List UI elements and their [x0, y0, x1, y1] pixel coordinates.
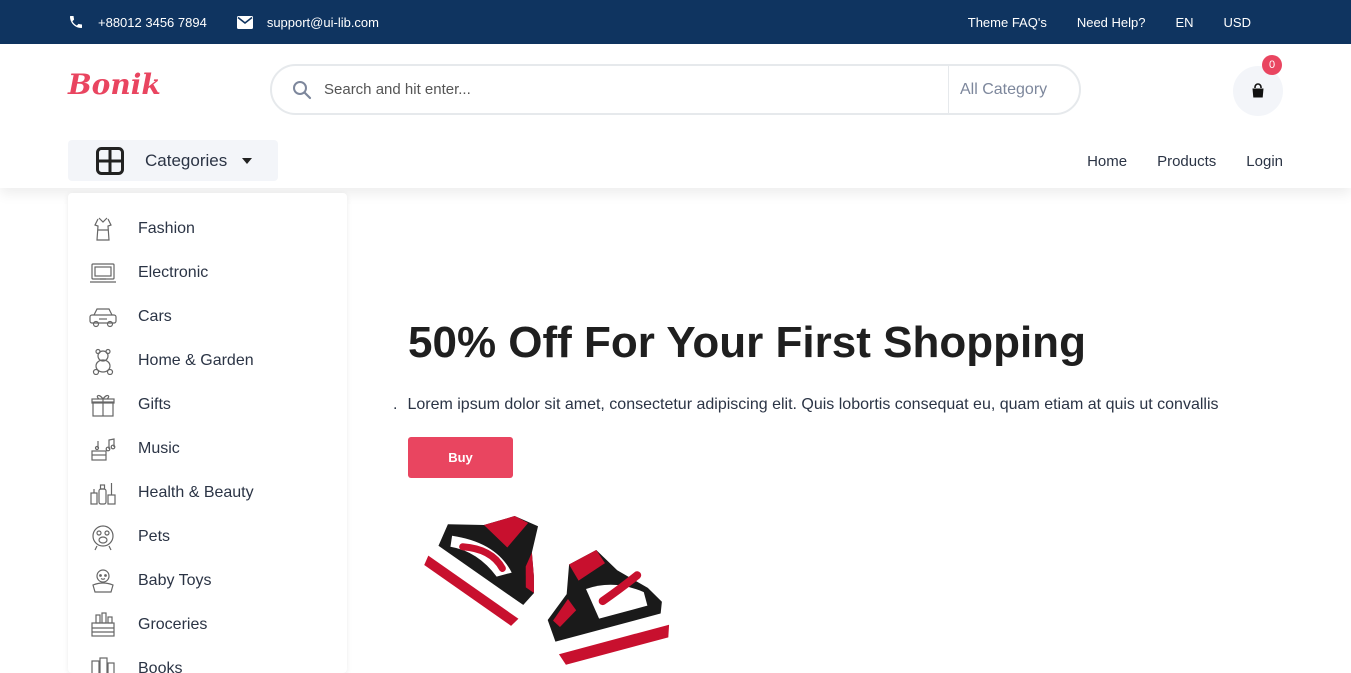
sidebar-item-label: Books	[138, 660, 183, 673]
sidebar-item-gifts[interactable]: Gifts	[88, 390, 171, 420]
sidebar-item-label: Pets	[138, 528, 171, 545]
language-select[interactable]: EN	[1175, 15, 1193, 30]
logo[interactable]: Bonik	[68, 68, 161, 101]
car-icon	[88, 302, 118, 332]
mail-icon	[236, 15, 253, 29]
nav-home[interactable]: Home	[1087, 153, 1127, 170]
sidebar-item-label: Baby Toys	[138, 572, 212, 589]
hero-text: Lorem ipsum dolor sit amet, consectetur …	[407, 396, 1219, 413]
sidebar-item-label: Health & Beauty	[138, 484, 254, 501]
books-icon	[88, 654, 118, 673]
laptop-icon	[88, 258, 118, 288]
email-address: support@ui-lib.com	[266, 14, 379, 30]
search-icon	[292, 80, 312, 100]
cart-count-badge: 0	[1262, 55, 1282, 75]
cosmetics-icon	[88, 478, 118, 508]
sidebar-item-label: Music	[138, 440, 180, 457]
sidebar-item-music[interactable]: Music	[88, 434, 180, 464]
shopping-bag-icon	[1252, 83, 1264, 98]
email-contact[interactable]: support@ui-lib.com	[236, 14, 379, 30]
buy-button[interactable]: Buy	[408, 437, 513, 478]
sidebar-item-label: Cars	[138, 308, 172, 325]
sidebar-item-books[interactable]: Books	[88, 654, 182, 673]
categories-label: Categories	[145, 150, 228, 170]
cart-button[interactable]: 0	[1233, 55, 1283, 116]
sidebar-item-pets[interactable]: Pets	[88, 522, 170, 552]
phone-number: +88012 3456 7894	[98, 14, 207, 30]
sidebar-item-baby-toys[interactable]: Baby Toys	[88, 566, 212, 596]
hero-bullet: .	[393, 396, 398, 413]
sidebar-item-cars[interactable]: Cars	[88, 302, 172, 332]
sidebar-item-label: Gifts	[138, 396, 171, 413]
theme-faq-link[interactable]: Theme FAQ's	[968, 15, 1047, 30]
sidebar-item-label: Electronic	[138, 264, 209, 281]
phone-contact[interactable]: +88012 3456 7894	[68, 14, 207, 30]
teddy-bear-icon	[88, 346, 118, 376]
sidebar-item-label: Home & Garden	[138, 352, 254, 369]
need-help-link[interactable]: Need Help?	[1077, 15, 1146, 30]
header: Bonik Search and hit enter... All Catego…	[0, 44, 1351, 188]
sidebar-item-label: Groceries	[138, 616, 208, 633]
hero-title: 50% Off For Your First Shopping	[408, 318, 1086, 367]
basket-icon	[88, 610, 118, 640]
sidebar-item-health-beauty[interactable]: Health & Beauty	[88, 478, 254, 508]
search-input[interactable]: Search and hit enter...	[324, 81, 948, 98]
phone-icon	[70, 16, 82, 28]
gift-icon	[88, 390, 118, 420]
category-sidebar: Fashion Electronic Cars Home & Garden Gi…	[68, 193, 347, 673]
sidebar-item-electronic[interactable]: Electronic	[88, 258, 208, 288]
dress-icon	[88, 214, 118, 244]
paw-icon	[88, 522, 118, 552]
nav-products[interactable]: Products	[1157, 153, 1216, 170]
categories-button[interactable]: Categories	[68, 140, 278, 181]
grid-icon	[96, 146, 124, 175]
search-bar: Search and hit enter... All Category	[270, 64, 1081, 115]
sidebar-item-label: Fashion	[138, 220, 195, 237]
music-icon	[88, 434, 118, 464]
sneakers-image	[424, 516, 670, 665]
sidebar-item-fashion[interactable]: Fashion	[88, 214, 195, 244]
sidebar-item-groceries[interactable]: Groceries	[88, 610, 207, 640]
hero-description: . Lorem ipsum dolor sit amet, consectetur…	[393, 396, 1219, 414]
sidebar-item-home-garden[interactable]: Home & Garden	[88, 346, 254, 376]
main-nav: Home Products Login	[1057, 153, 1283, 170]
top-bar: +88012 3456 7894 support@ui-lib.com Them…	[0, 0, 1351, 44]
currency-select[interactable]: USD	[1224, 15, 1251, 30]
nav-login[interactable]: Login	[1246, 153, 1283, 170]
caret-down-icon	[241, 157, 253, 165]
baby-icon	[88, 566, 118, 596]
category-dropdown[interactable]: All Category	[948, 66, 1079, 113]
